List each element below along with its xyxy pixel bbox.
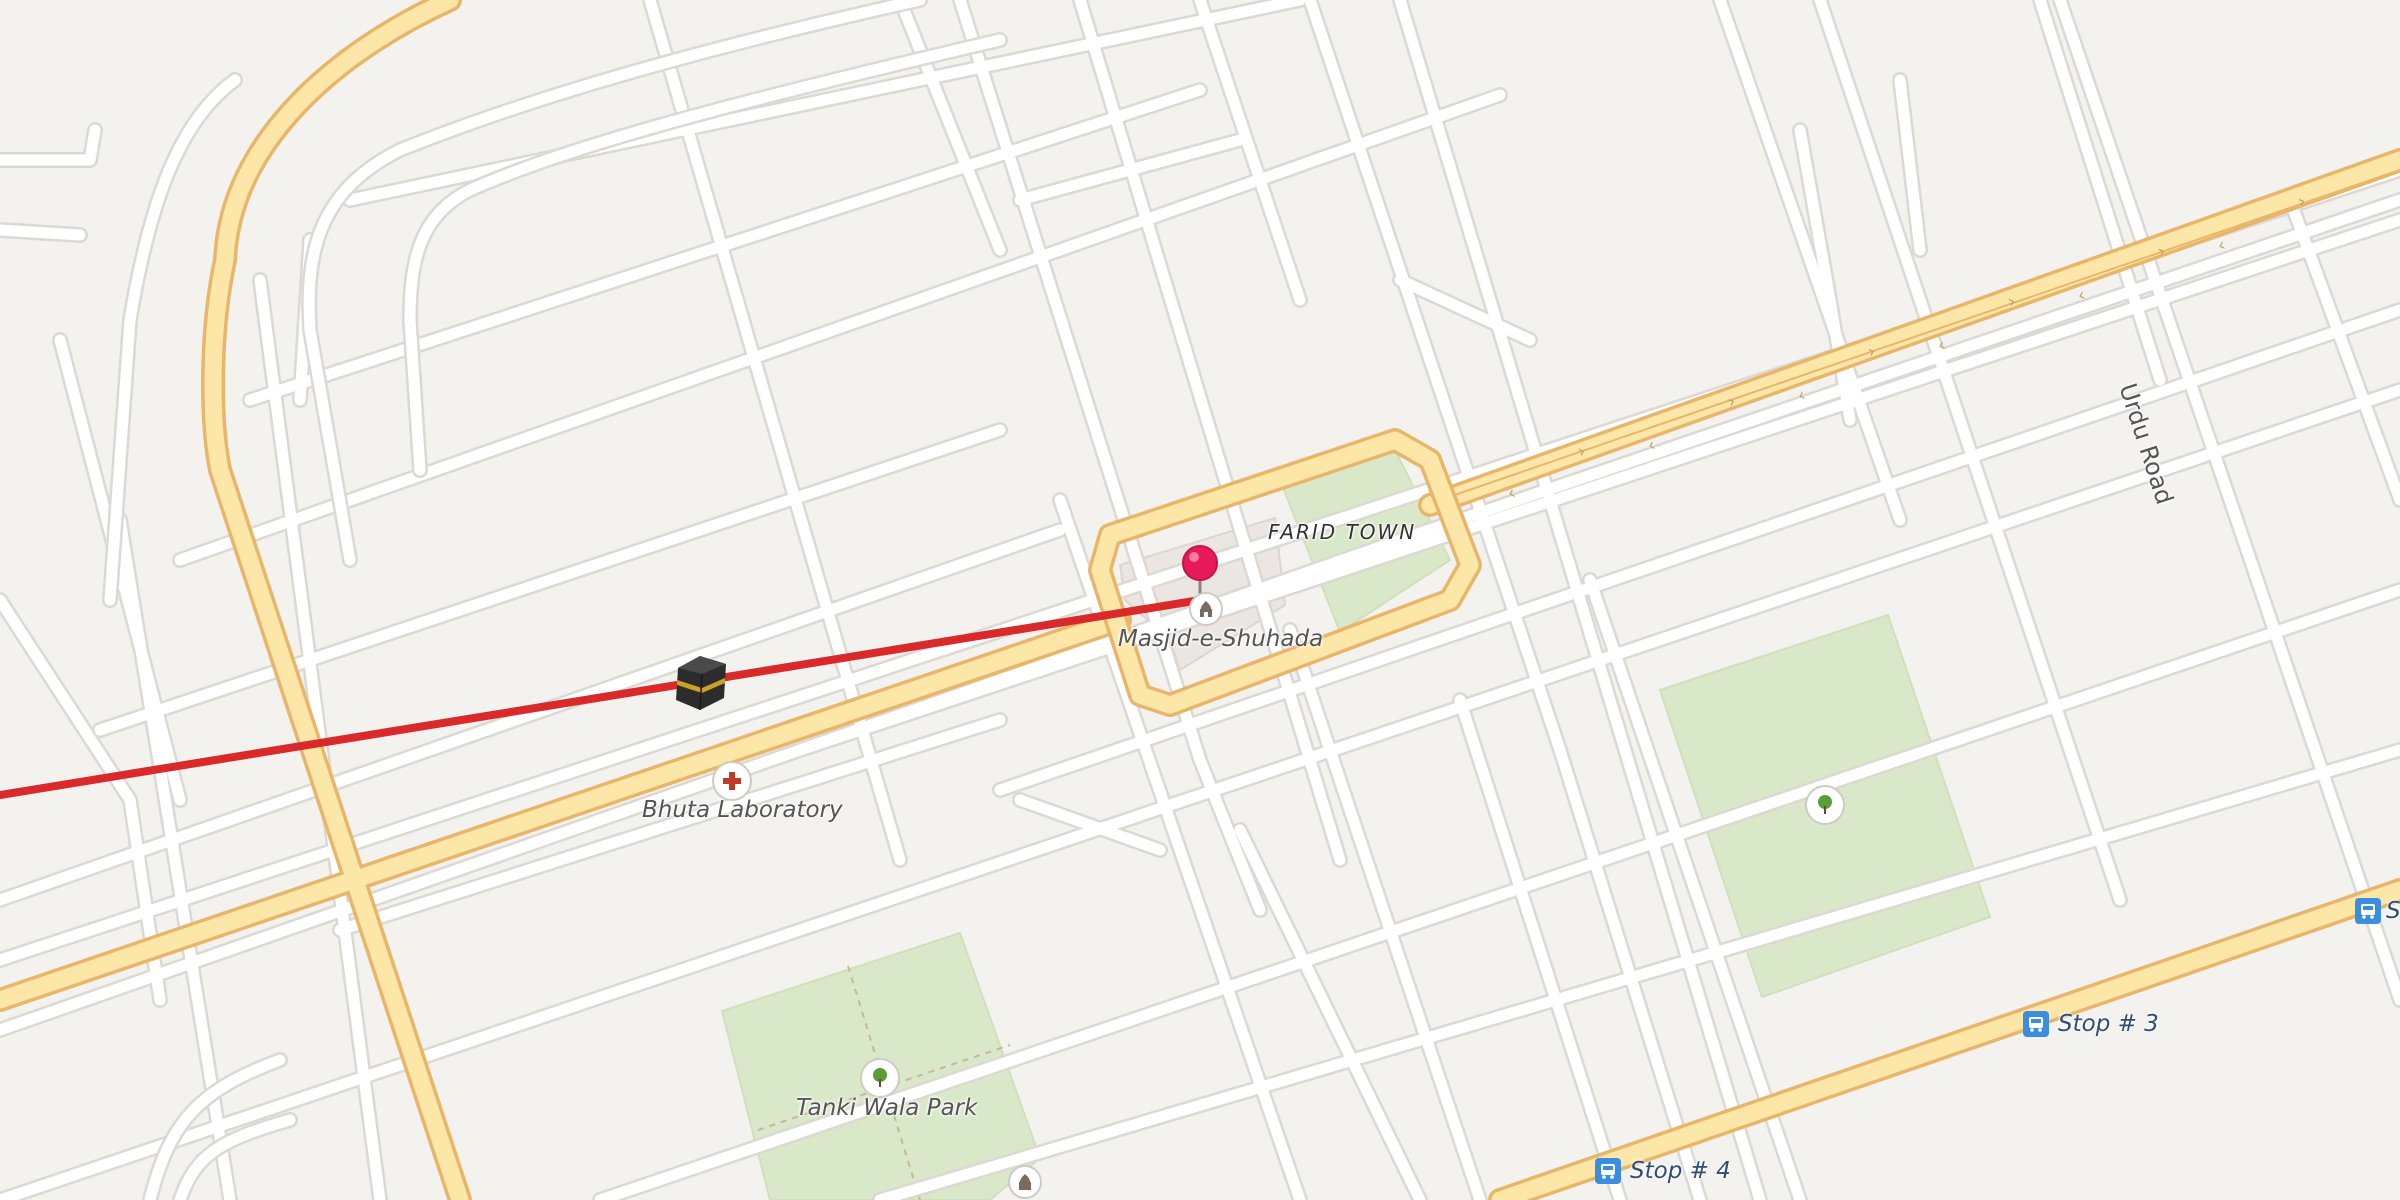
tree-icon-large-park[interactable] — [1805, 785, 1845, 825]
place-label-masjid-e-shuhada[interactable]: Masjid-e-Shuhada — [1118, 626, 1323, 652]
svg-text:‹: ‹ — [2215, 235, 2229, 257]
area-label-farid-town: FARID TOWN — [1268, 520, 1417, 544]
tree-icon[interactable] — [860, 1058, 900, 1098]
mosque-icon-bottom[interactable] — [1008, 1165, 1042, 1199]
bus-stop-label-3[interactable]: Stop # 3 — [2058, 1011, 2159, 1037]
bus-icon-stop4[interactable] — [1595, 1158, 1621, 1184]
place-label-tanki-wala-park[interactable]: Tanki Wala Park — [796, 1095, 977, 1121]
bus-stop-label-edge[interactable]: S — [2386, 898, 2400, 924]
bus-stop-label-4[interactable]: Stop # 4 — [1630, 1158, 1731, 1184]
bus-icon-stop3[interactable] — [2023, 1011, 2049, 1037]
mosque-icon[interactable] — [1189, 592, 1223, 626]
bus-icon-stop-edge[interactable] — [2355, 898, 2381, 924]
place-label-bhuta-laboratory[interactable]: Bhuta Laboratory — [642, 797, 843, 823]
medical-cross-icon[interactable] — [712, 761, 752, 801]
map-view[interactable]: › › › › › › ‹ ‹ ‹ ‹ ‹ ‹ FARID TOWN Urdu … — [0, 0, 2400, 1200]
